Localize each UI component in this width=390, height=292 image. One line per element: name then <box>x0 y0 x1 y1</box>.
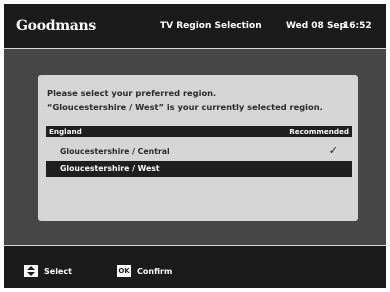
confirm-hint-label: Confirm <box>137 267 173 276</box>
group-name: England <box>49 127 82 136</box>
page-title: TV Region Selection <box>160 21 262 31</box>
region-option-label: Gloucestershire / Central <box>60 147 170 156</box>
region-group-header: England Recommended <box>46 126 352 137</box>
header-bar: Goodmans TV Region Selection Wed 08 Sep … <box>4 4 386 48</box>
footer-divider <box>4 245 386 246</box>
brand-logo: Goodmans <box>16 18 96 34</box>
content-area: Please select your preferred region. “Gl… <box>4 49 386 245</box>
region-option-central[interactable]: Gloucestershire / Central ✓ <box>46 144 352 160</box>
select-hint-label: Select <box>44 267 72 276</box>
ok-key-icon: OK <box>117 265 131 277</box>
date-display: Wed 08 Sep <box>286 21 346 31</box>
region-dialog: Please select your preferred region. “Gl… <box>38 75 358 221</box>
recommended-tag: Recommended <box>289 127 349 136</box>
up-down-arrows-icon <box>24 265 38 277</box>
region-option-west[interactable]: Gloucestershire / West <box>46 161 352 177</box>
checkmark-icon: ✓ <box>328 144 338 157</box>
region-option-label: Gloucestershire / West <box>60 164 160 173</box>
time-display: 16:52 <box>343 21 372 31</box>
tv-screen: Goodmans TV Region Selection Wed 08 Sep … <box>4 4 386 288</box>
instruction-text: Please select your preferred region. <box>47 88 217 98</box>
current-region-text: “Gloucestershire / West” is your current… <box>47 102 323 112</box>
